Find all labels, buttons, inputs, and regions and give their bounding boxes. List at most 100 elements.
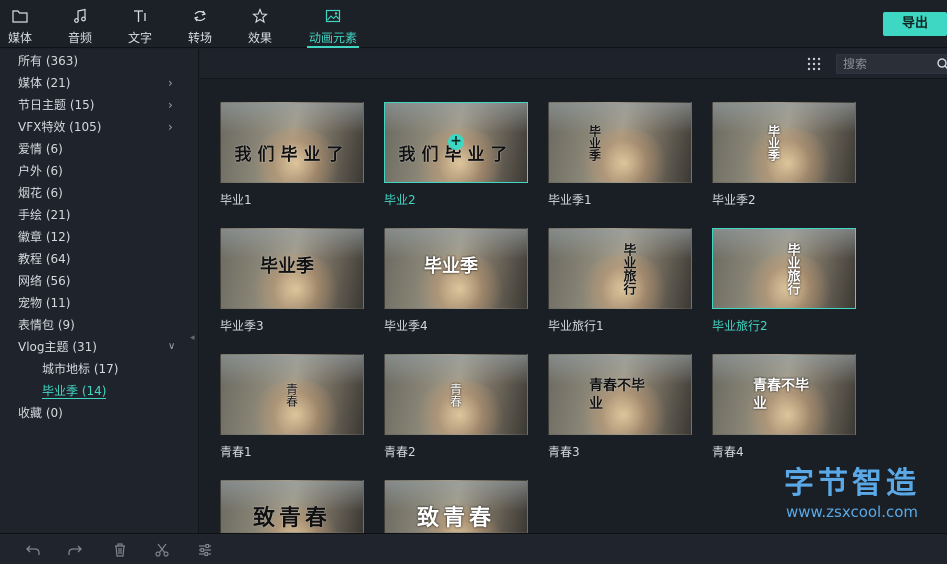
category-tutorial[interactable]: 教程 (64)	[0, 248, 199, 270]
elements-panel: 我们毕业了 毕业1 我们毕业了 + 毕业2 毕业季 毕业季1 毕业季 毕业季2 …	[200, 49, 947, 533]
effects-icon	[235, 8, 285, 28]
thumbnail-overlay-text: 毕业季	[260, 255, 314, 277]
folder-icon	[0, 8, 45, 28]
tab-text-label: 文字	[127, 31, 152, 45]
tab-transition[interactable]: 转场	[175, 8, 225, 46]
element-name: 毕业季1	[548, 193, 592, 207]
element-name: 青春3	[548, 445, 580, 459]
element-card[interactable]: 我们毕业了 毕业1	[220, 102, 364, 208]
category-label: 毕业季 (14)	[42, 384, 107, 399]
thumbnail-overlay-text: 致青春	[416, 505, 495, 531]
category-outdoor[interactable]: 户外 (6)	[0, 160, 199, 182]
tab-media[interactable]: 媒体	[0, 8, 45, 46]
element-card[interactable]: 致青春	[384, 480, 528, 541]
music-note-icon	[55, 8, 105, 28]
tab-effects[interactable]: 效果	[235, 8, 285, 46]
category-graduation[interactable]: 毕业季 (14)	[0, 380, 199, 402]
tab-elements-label: 动画元素	[308, 31, 357, 45]
timeline-toolbar	[0, 533, 947, 564]
element-thumbnail: 毕业季	[712, 102, 856, 183]
undo-icon[interactable]	[25, 542, 41, 558]
content-toolbar	[200, 49, 947, 79]
element-thumbnail: 毕业旅行	[548, 228, 692, 309]
thumbnail-overlay-text: 毕业季	[424, 255, 478, 277]
chevron-right-icon: ›	[168, 76, 173, 90]
element-thumbnail: 毕业旅行	[712, 228, 856, 309]
element-card[interactable]: 青春不毕业 青春3	[548, 354, 692, 460]
element-card[interactable]: 致青春	[220, 480, 364, 541]
adjust-icon[interactable]	[197, 542, 213, 558]
element-thumbnail: 青春不毕业	[712, 354, 856, 435]
element-card[interactable]: 青春 青春2	[384, 354, 528, 460]
thumbnail-overlay-text: 我们毕业了	[234, 145, 350, 165]
category-label: 收藏 (0)	[18, 406, 63, 420]
element-card[interactable]: 毕业旅行 毕业旅行2	[712, 228, 856, 334]
grid-view-icon[interactable]	[807, 57, 821, 71]
thumbnail-overlay-text: 青春不毕业	[753, 377, 809, 412]
category-badges[interactable]: 徽章 (12)	[0, 226, 199, 248]
category-label: Vlog主题 (31)	[18, 340, 97, 354]
add-icon[interactable]: +	[448, 134, 464, 150]
category-label: 手绘 (21)	[18, 208, 71, 222]
element-name: 毕业1	[220, 193, 252, 207]
element-name: 青春4	[712, 445, 744, 459]
category-vfx[interactable]: VFX特效 (105) ›	[0, 116, 199, 138]
element-name: 毕业2	[384, 193, 416, 207]
category-favorites[interactable]: 收藏 (0)	[0, 402, 199, 424]
category-label: 爱情 (6)	[18, 142, 63, 156]
category-media[interactable]: 媒体 (21) ›	[0, 72, 199, 94]
category-label: 节日主题 (15)	[18, 98, 95, 112]
search-icon[interactable]	[936, 57, 947, 71]
element-name: 毕业季4	[384, 319, 428, 333]
category-handdrawn[interactable]: 手绘 (21)	[0, 204, 199, 226]
element-thumbnail: 毕业季	[220, 228, 364, 309]
element-name: 毕业季2	[712, 193, 756, 207]
element-thumbnail: 青春不毕业	[548, 354, 692, 435]
cut-icon[interactable]	[154, 542, 170, 558]
delete-icon[interactable]	[112, 542, 128, 558]
category-panel: 所有 (363) 媒体 (21) › 节日主题 (15) › VFX特效 (105)…	[0, 49, 199, 533]
tab-audio-label: 音频	[67, 31, 92, 45]
chevron-right-icon: ›	[168, 98, 173, 112]
element-card[interactable]: 毕业季 毕业季2	[712, 102, 856, 208]
top-toolbar: 媒体 音频 文字 转场 效果 动画元素 导出	[0, 0, 947, 48]
category-web[interactable]: 网络 (56)	[0, 270, 199, 292]
element-thumbnail: 青春	[384, 354, 528, 435]
category-love[interactable]: 爱情 (6)	[0, 138, 199, 160]
element-thumbnail: 致青春	[384, 480, 528, 533]
element-card[interactable]: 毕业季 毕业季4	[384, 228, 528, 334]
text-icon	[115, 8, 165, 28]
tab-text[interactable]: 文字	[115, 8, 165, 46]
element-name: 青春2	[384, 445, 416, 459]
category-emoji[interactable]: 表情包 (9)	[0, 314, 199, 336]
element-thumbnail: 毕业季	[548, 102, 692, 183]
collapse-panel-handle[interactable]: ◂	[190, 333, 195, 343]
thumbnail-overlay-text: 致青春	[252, 505, 331, 531]
tab-transition-label: 转场	[187, 31, 212, 45]
element-card[interactable]: 青春不毕业 青春4	[712, 354, 856, 460]
element-name: 毕业旅行1	[548, 319, 604, 333]
thumbnail-overlay-text: 毕业季	[587, 124, 602, 161]
element-card[interactable]: 毕业季 毕业季3	[220, 228, 364, 334]
element-name: 青春1	[220, 445, 252, 459]
chevron-down-icon: ∨	[168, 341, 176, 352]
element-card[interactable]: 毕业旅行 毕业旅行1	[548, 228, 692, 334]
element-card[interactable]: 毕业季 毕业季1	[548, 102, 692, 208]
tab-elements[interactable]: 动画元素	[305, 8, 361, 48]
category-label: 网络 (56)	[18, 274, 71, 288]
category-fireworks[interactable]: 烟花 (6)	[0, 182, 199, 204]
search-input[interactable]	[843, 55, 933, 73]
category-vlog[interactable]: Vlog主题 (31) ∨	[0, 336, 199, 358]
category-holidays[interactable]: 节日主题 (15) ›	[0, 94, 199, 116]
tab-audio[interactable]: 音频	[55, 8, 105, 46]
element-thumbnail: 致青春	[220, 480, 364, 533]
category-city-landmarks[interactable]: 城市地标 (17)	[0, 358, 199, 380]
element-card[interactable]: 我们毕业了 + 毕业2	[384, 102, 528, 208]
element-card[interactable]: 青春 青春1	[220, 354, 364, 460]
element-thumbnail: 我们毕业了	[220, 102, 364, 183]
export-button[interactable]: 导出	[883, 12, 947, 36]
redo-icon[interactable]	[67, 542, 83, 558]
element-thumbnail: 毕业季	[384, 228, 528, 309]
category-all[interactable]: 所有 (363)	[0, 50, 199, 72]
category-pets[interactable]: 宠物 (11)	[0, 292, 199, 314]
